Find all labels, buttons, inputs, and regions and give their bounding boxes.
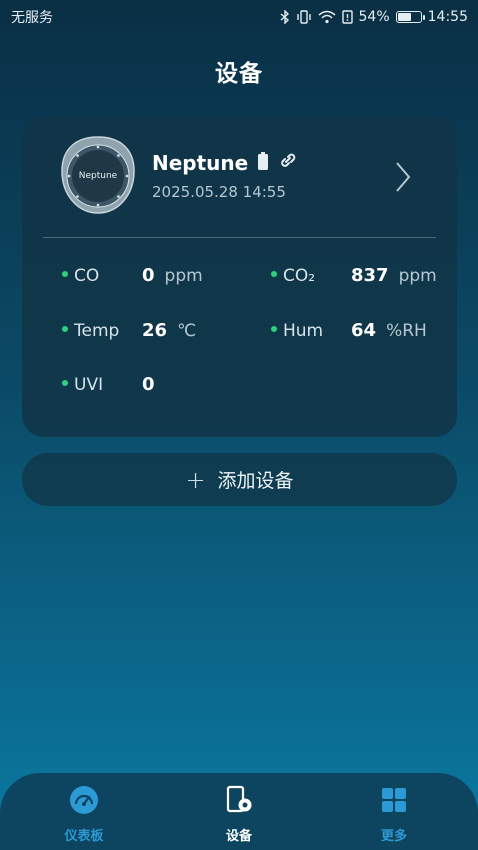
- metric-label: UVI: [74, 375, 104, 395]
- add-device-label: 添加设备: [217, 470, 294, 492]
- tab-dashboard[interactable]: 仪表板: [44, 773, 124, 850]
- dashboard-icon: [69, 785, 99, 819]
- metric-value: 0: [142, 374, 155, 395]
- status-dot: [62, 271, 68, 277]
- wifi-icon: [318, 10, 336, 24]
- vibrate-icon: [296, 10, 312, 24]
- metric-uvi: UVI 0: [62, 374, 165, 395]
- metric-co: CO 0 ppm: [62, 265, 203, 286]
- card-divider: [43, 237, 436, 238]
- metric-label: CO: [74, 266, 100, 286]
- battery-percent: 54%: [358, 9, 390, 25]
- tab-more[interactable]: 更多: [354, 773, 434, 850]
- metric-value: 64: [351, 320, 377, 341]
- chevron-right-icon[interactable]: [391, 157, 415, 197]
- device-header[interactable]: Neptune Neptune 2025.05.28 14:55: [60, 135, 437, 221]
- battery-level: [397, 13, 411, 21]
- status-bar: 无服务 54% 14:55: [0, 0, 478, 34]
- page-title: 设备: [215, 61, 263, 87]
- plus-icon: +: [185, 465, 206, 494]
- clock: 14:55: [427, 9, 468, 25]
- status-dot: [62, 326, 68, 332]
- device-avatar: Neptune: [60, 135, 136, 215]
- metric-value: 0: [142, 265, 155, 286]
- metric-value: 837: [351, 265, 389, 286]
- avatar-label: Neptune: [78, 171, 118, 181]
- metric-unit: ℃: [177, 321, 197, 341]
- metric-temp: Temp 26 ℃: [62, 320, 196, 341]
- status-icons: 54% 14:55: [280, 9, 468, 25]
- device-card[interactable]: Neptune Neptune 2025.05.28 14:55 CO 0 pp…: [22, 117, 457, 437]
- status-dot: [62, 380, 68, 386]
- device-timestamp: 2025.05.28 14:55: [152, 183, 286, 201]
- metric-label: CO₂: [283, 266, 316, 286]
- grid-icon: [379, 785, 409, 819]
- device-icon: [224, 785, 254, 819]
- metric-label: Temp: [74, 321, 120, 341]
- metric-unit: ppm: [398, 266, 437, 286]
- add-device-button[interactable]: + 添加设备: [22, 453, 457, 506]
- battery-icon: [395, 11, 425, 23]
- tab-label: 更多: [380, 829, 407, 844]
- status-dot: [271, 271, 277, 277]
- device-name-row: Neptune: [152, 151, 296, 175]
- status-dot: [271, 326, 277, 332]
- tab-devices[interactable]: 设备: [199, 773, 279, 850]
- bottom-tab-bar: 仪表板 设备 更多: [0, 773, 478, 850]
- link-icon: [278, 152, 296, 174]
- bluetooth-icon: [280, 10, 290, 24]
- tab-label: 仪表板: [64, 829, 104, 844]
- metric-value: 26: [142, 320, 168, 341]
- battery-full-icon: [258, 152, 269, 174]
- carrier-text: 无服务: [11, 10, 53, 26]
- metric-co2: CO₂ 837 ppm: [271, 265, 437, 286]
- metric-hum: Hum 64 %RH: [271, 320, 427, 341]
- device-name: Neptune: [152, 151, 249, 175]
- metric-unit: %RH: [386, 321, 427, 341]
- metric-label: Hum: [283, 321, 324, 341]
- sim-alert-icon: [341, 10, 353, 24]
- tab-label: 设备: [225, 829, 252, 844]
- metric-unit: ppm: [164, 266, 203, 286]
